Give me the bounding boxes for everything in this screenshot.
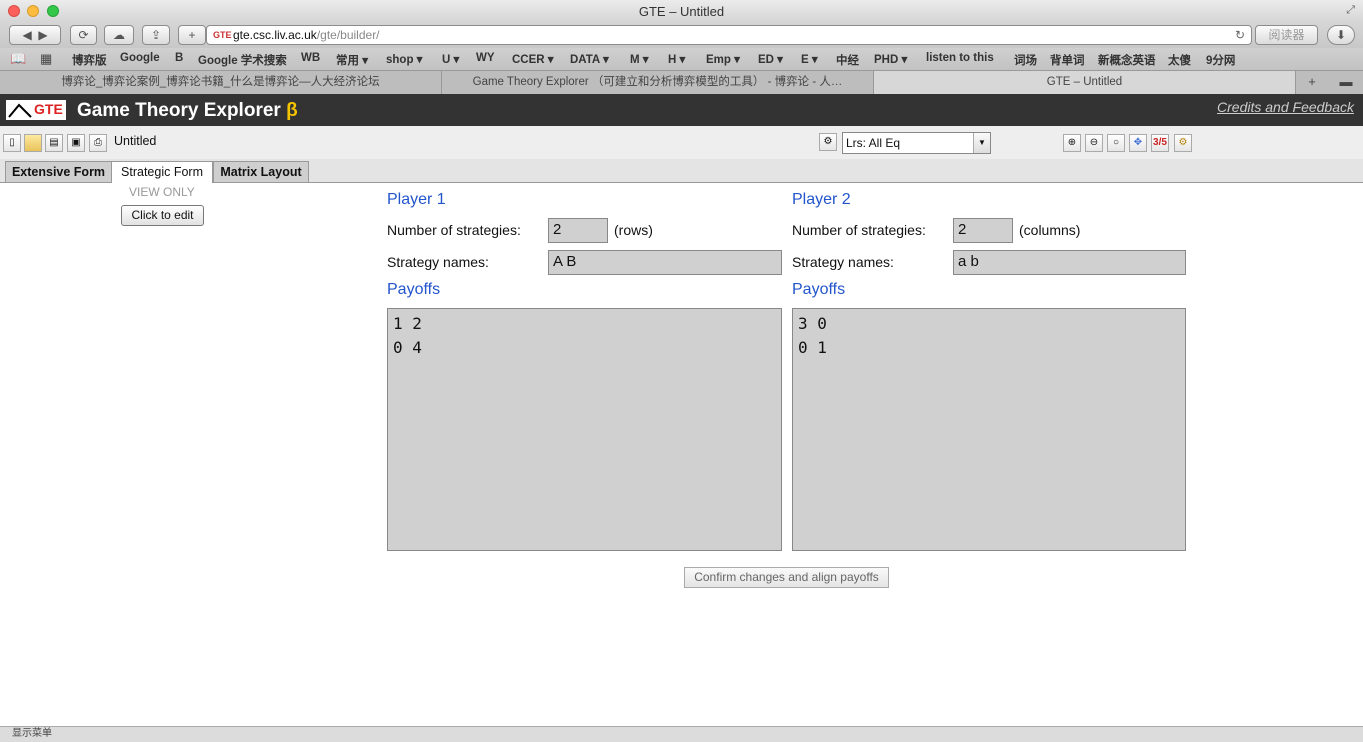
bookmark-item[interactable]: 新概念英语 bbox=[1098, 52, 1156, 68]
run-solver-gear-icon[interactable]: ⚙ bbox=[819, 133, 837, 151]
credits-link[interactable]: Credits and Feedback bbox=[1217, 99, 1354, 115]
app-title-text: Game Theory Explorer bbox=[77, 100, 281, 121]
player2-heading: Player 2 bbox=[792, 191, 851, 208]
url-host: gte.csc.liv.ac.uk bbox=[233, 28, 317, 42]
browser-tab[interactable]: Game Theory Explorer （可建立和分析博弈模型的工具） - 博… bbox=[442, 71, 874, 94]
bookmark-item[interactable]: PHD ▾ bbox=[874, 52, 907, 66]
player2-payoffs-textarea[interactable]: 3 0 0 1 bbox=[792, 308, 1186, 551]
player1-num-strategies-input[interactable]: 2 bbox=[548, 218, 608, 243]
reload-icon[interactable]: ↻ bbox=[1235, 26, 1245, 44]
bookmark-item[interactable]: Google 学术搜索 bbox=[198, 52, 287, 68]
app-header: GTE Game Theory Explorer β Credits and F… bbox=[0, 94, 1363, 126]
confirm-align-payoffs-button[interactable]: Confirm changes and align payoffs bbox=[684, 567, 889, 588]
player2-num-strategies-label: Number of strategies: bbox=[792, 222, 926, 238]
export-icon[interactable]: ▣ bbox=[67, 134, 85, 152]
bookmark-item[interactable]: E ▾ bbox=[801, 52, 818, 66]
solver-select[interactable]: Lrs: All Eq ▼ bbox=[842, 132, 991, 154]
logo-text: GTE bbox=[34, 101, 63, 117]
tab-overview-icon[interactable]: ▬ bbox=[1333, 74, 1359, 89]
new-tab-plus-icon[interactable]: + bbox=[178, 25, 206, 45]
app-title: Game Theory Explorer β bbox=[77, 100, 298, 122]
document-name: Untitled bbox=[114, 134, 157, 148]
back-forward-buttons[interactable]: ◀ ▶ bbox=[9, 25, 61, 45]
player1-payoffs-textarea[interactable]: 1 2 0 4 bbox=[387, 308, 782, 551]
browser-tab-bar: 博弈论_博弈论案例_博弈论书籍_什么是博弈论—人大经济论坛 Game Theor… bbox=[0, 71, 1363, 95]
tab-extensive-form[interactable]: Extensive Form bbox=[5, 161, 112, 182]
bookmark-item[interactable]: H ▾ bbox=[668, 52, 685, 66]
player2-columns-label: (columns) bbox=[1019, 222, 1081, 238]
bookmark-item[interactable]: CCER ▾ bbox=[512, 52, 554, 66]
bookmarks-bar: 📖 ▦ 博弈版 Google B Google 学术搜索 WB 常用 ▾ sho… bbox=[0, 48, 1363, 71]
settings-gear-icon[interactable]: ⚙ bbox=[1174, 134, 1192, 152]
new-file-icon[interactable]: ▯ bbox=[3, 134, 21, 152]
bookmark-item[interactable]: Emp ▾ bbox=[706, 52, 740, 66]
reading-list-icon[interactable]: 📖 bbox=[10, 51, 26, 67]
fullscreen-icon[interactable]: ⤢ bbox=[1346, 4, 1355, 17]
zoom-reset-icon[interactable]: ○ bbox=[1107, 134, 1125, 152]
bookmark-item[interactable]: 常用 ▾ bbox=[336, 52, 368, 68]
bookmark-item[interactable]: 词场 bbox=[1014, 52, 1037, 68]
browser-tab-active[interactable]: GTE – Untitled bbox=[874, 71, 1296, 94]
bookmark-item[interactable]: WY bbox=[476, 52, 495, 64]
player1-strategy-names-input[interactable]: A B bbox=[548, 250, 782, 275]
share-icon[interactable]: ⇪ bbox=[142, 25, 170, 45]
player2-strategy-names-label: Strategy names: bbox=[792, 254, 894, 270]
bookmark-item[interactable]: 9分网 bbox=[1206, 52, 1235, 68]
player2-payoffs-heading: Payoffs bbox=[792, 281, 846, 298]
bookmark-item[interactable]: listen to this bbox=[926, 52, 994, 64]
bookmark-item[interactable]: M ▾ bbox=[630, 52, 649, 66]
history-icon[interactable]: ⟳ bbox=[70, 25, 97, 45]
bookmark-item[interactable]: shop ▾ bbox=[386, 52, 422, 66]
tab-strategic-form[interactable]: Strategic Form bbox=[111, 161, 213, 183]
view-only-label: VIEW ONLY bbox=[129, 185, 195, 199]
fraction-toggle-icon[interactable]: 3/5 bbox=[1151, 134, 1169, 152]
window-titlebar: GTE – Untitled ⤢ bbox=[0, 0, 1363, 22]
icloud-tabs-icon[interactable]: ☁ bbox=[104, 25, 134, 45]
new-tab-icon[interactable]: + bbox=[1298, 74, 1326, 89]
player1-num-strategies-label: Number of strategies: bbox=[387, 222, 521, 238]
dropdown-arrow-icon: ▼ bbox=[973, 133, 990, 153]
bookmark-item[interactable]: DATA ▾ bbox=[570, 52, 609, 66]
bookmark-item[interactable]: U ▾ bbox=[442, 52, 459, 66]
bookmark-item[interactable]: B bbox=[175, 52, 183, 64]
click-to-edit-button[interactable]: Click to edit bbox=[121, 205, 204, 226]
bookmark-item[interactable]: 中经 bbox=[836, 52, 859, 68]
bookmark-item[interactable]: 太傻 bbox=[1168, 52, 1191, 68]
bookmark-item[interactable]: ED ▾ bbox=[758, 52, 783, 66]
top-sites-grid-icon[interactable]: ▦ bbox=[40, 51, 52, 67]
solver-select-value: Lrs: All Eq bbox=[846, 136, 901, 150]
player2-strategy-names-input[interactable]: a b bbox=[953, 250, 1186, 275]
reader-button[interactable]: 阅读器 bbox=[1255, 25, 1318, 45]
gte-logo: GTE bbox=[6, 100, 66, 120]
open-folder-icon[interactable] bbox=[24, 134, 42, 152]
browser-tab[interactable]: 博弈论_博弈论案例_博弈论书籍_什么是博弈论—人大经济论坛 bbox=[0, 71, 442, 94]
save-icon[interactable]: ▤ bbox=[45, 134, 63, 152]
zoom-in-icon[interactable]: ⊕ bbox=[1063, 134, 1081, 152]
tab-matrix-layout[interactable]: Matrix Layout bbox=[213, 161, 309, 182]
browser-toolbar: ◀ ▶ ⟳ ☁ ⇪ + GTE gte.csc.liv.ac.uk/gte/bu… bbox=[0, 22, 1363, 48]
url-path: /gte/builder/ bbox=[316, 28, 380, 42]
bookmark-item[interactable]: WB bbox=[301, 52, 320, 64]
bookmark-item[interactable]: Google bbox=[120, 52, 160, 64]
bookmark-item[interactable]: 博弈版 bbox=[72, 52, 107, 68]
bookmark-item[interactable]: 背单词 bbox=[1050, 52, 1085, 68]
player2-num-strategies-input[interactable]: 2 bbox=[953, 218, 1013, 243]
pan-arrows-icon[interactable]: ✥ bbox=[1129, 134, 1147, 152]
mode-tab-bar: Extensive Form Strategic Form Matrix Lay… bbox=[0, 159, 1363, 183]
player1-strategy-names-label: Strategy names: bbox=[387, 254, 489, 270]
app-toolbar: ▯ ▤ ▣ ⎙ Untitled ⚙ Lrs: All Eq ▼ ⊕ ⊖ ○ ✥… bbox=[0, 126, 1363, 160]
player1-heading: Player 1 bbox=[387, 191, 446, 208]
player1-rows-label: (rows) bbox=[614, 222, 653, 238]
downloads-icon[interactable]: ⬇ bbox=[1327, 25, 1355, 45]
print-icon[interactable]: ⎙ bbox=[89, 134, 107, 152]
status-bar: 显示菜单 bbox=[0, 726, 1363, 742]
window-title: GTE – Untitled bbox=[638, 4, 725, 19]
zoom-out-icon[interactable]: ⊖ bbox=[1085, 134, 1103, 152]
player1-payoffs-heading: Payoffs bbox=[387, 281, 441, 298]
beta-badge: β bbox=[286, 100, 298, 121]
site-favicon-icon: GTE bbox=[213, 30, 232, 40]
address-bar[interactable]: GTE gte.csc.liv.ac.uk/gte/builder/ ↻ bbox=[206, 25, 1252, 45]
